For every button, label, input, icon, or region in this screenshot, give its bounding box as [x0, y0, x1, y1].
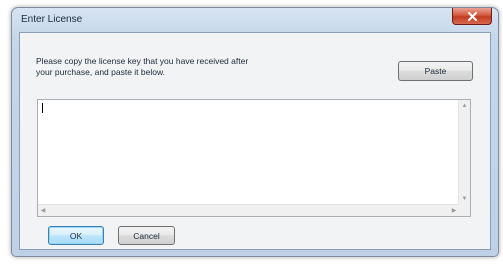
paste-button[interactable]: Paste — [398, 61, 473, 81]
vertical-scrollbar[interactable]: ▲ ▼ — [458, 100, 470, 205]
window-title: Enter License — [21, 14, 83, 25]
dialog-body: Please copy the license key that you hav… — [19, 32, 491, 250]
scroll-left-icon[interactable]: ◀ — [40, 208, 46, 214]
dialog-window: Enter License Please copy the license ke… — [11, 7, 499, 257]
close-button[interactable] — [452, 8, 492, 25]
horizontal-scrollbar[interactable]: ◀ ▶ — [38, 204, 459, 216]
scrollbar-corner — [459, 205, 470, 216]
scroll-right-icon[interactable]: ▶ — [451, 208, 457, 214]
license-key-textarea[interactable]: ▲ ▼ ◀ ▶ — [37, 99, 471, 217]
instruction-line-2: your purchase, and paste it below. — [36, 67, 165, 77]
title-bar[interactable]: Enter License — [12, 8, 498, 33]
text-caret — [42, 103, 43, 113]
scroll-down-icon[interactable]: ▼ — [459, 196, 470, 202]
instruction-text: Please copy the license key that you hav… — [36, 56, 336, 78]
cancel-button[interactable]: Cancel — [118, 226, 175, 245]
close-icon — [467, 11, 477, 21]
ok-button[interactable]: OK — [48, 226, 104, 245]
scroll-up-icon[interactable]: ▲ — [459, 103, 470, 109]
instruction-line-1: Please copy the license key that you hav… — [36, 56, 249, 66]
